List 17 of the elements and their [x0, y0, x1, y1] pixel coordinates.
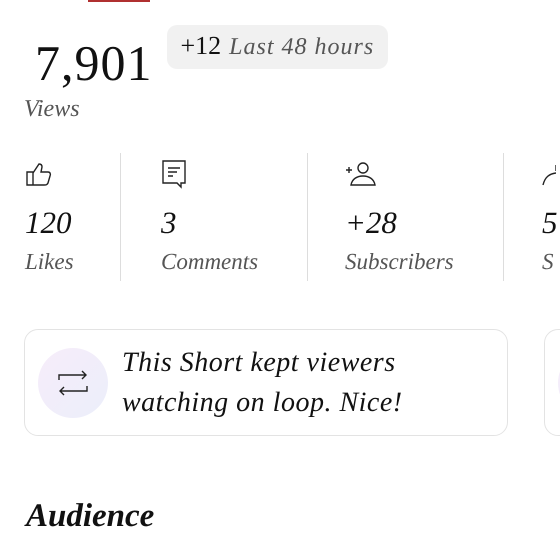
section-title: Audience	[26, 498, 156, 535]
repeat-icon	[57, 368, 89, 396]
change-value: +12	[180, 31, 222, 61]
views-label: Views	[23, 96, 81, 123]
stat-value: 5	[542, 205, 558, 241]
stat-value: 3	[161, 205, 176, 241]
stat-label: S	[542, 249, 554, 275]
stat-label: Likes	[25, 249, 74, 275]
stat-label: Subscribers	[345, 249, 454, 275]
comment-icon	[161, 159, 187, 189]
stat-value: 120	[25, 205, 72, 241]
button-edge	[88, 0, 150, 2]
stat-value: +28	[345, 205, 397, 241]
stat-label: Comments	[161, 249, 258, 275]
period-label: Last 48 hours	[229, 34, 374, 61]
insight-text: This Short kept viewers watching on loop. Nice!	[122, 346, 404, 420]
views-count: 7,901	[35, 34, 152, 92]
